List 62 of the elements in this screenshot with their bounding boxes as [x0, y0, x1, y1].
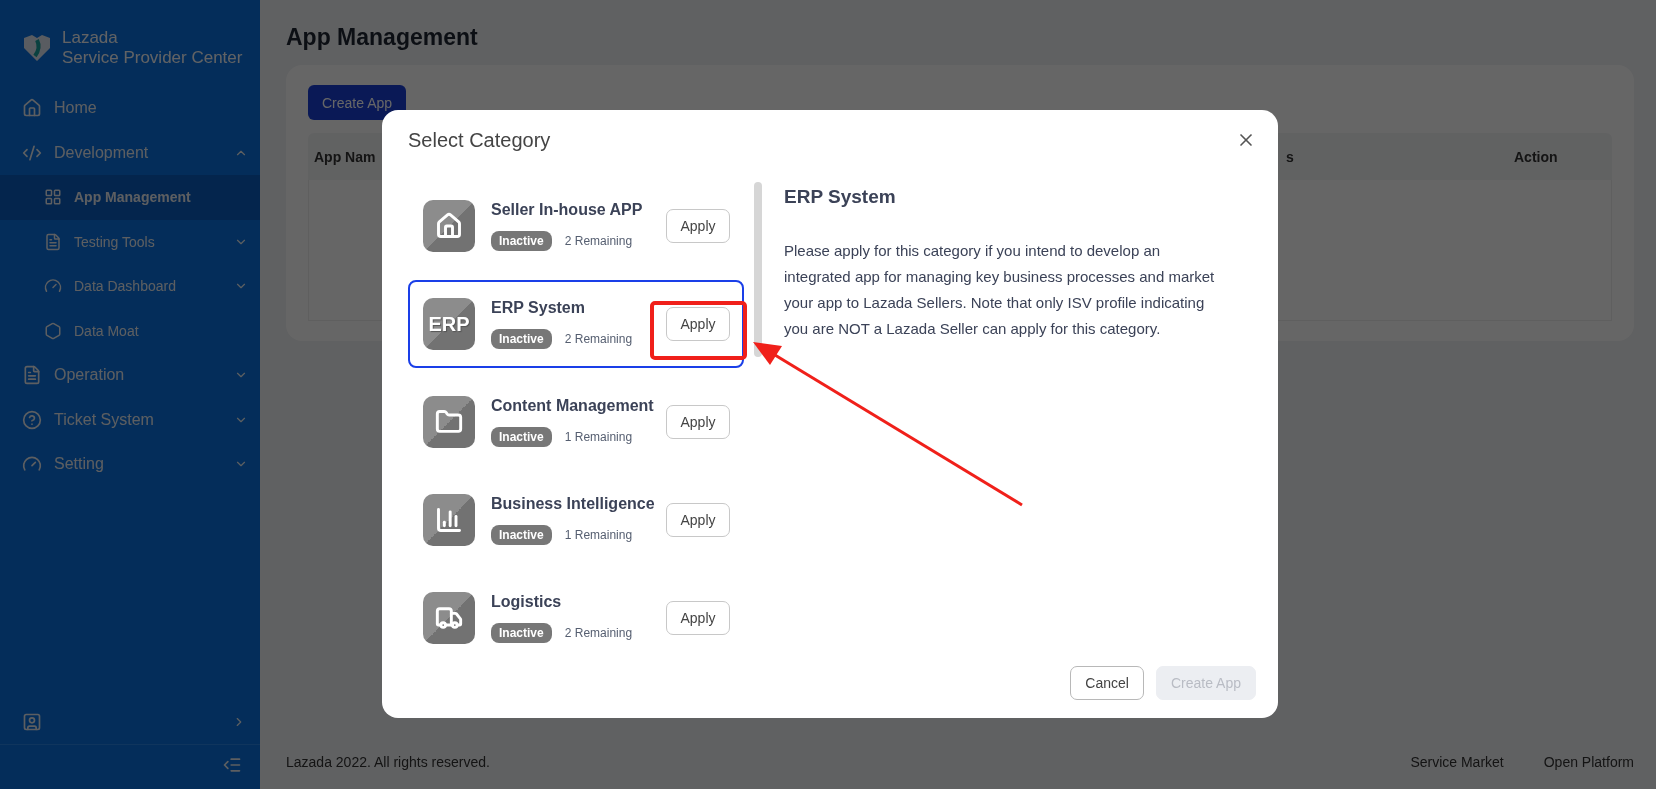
- sidebar-item[interactable]: Operation: [0, 353, 260, 398]
- remaining-count: 2 Remaining: [564, 234, 633, 248]
- status-badge: Inactive: [491, 525, 552, 545]
- hexagon-icon: [44, 321, 62, 340]
- apply-button[interactable]: Apply: [666, 209, 730, 243]
- sidebar-item[interactable]: Ticket System: [0, 397, 260, 442]
- collapse-icon[interactable]: [222, 755, 242, 775]
- truck-icon: [423, 592, 475, 644]
- cancel-button[interactable]: Cancel: [1070, 666, 1144, 700]
- status-badge: Inactive: [491, 427, 552, 447]
- category-item[interactable]: Seller In-house APP Inactive 2 Remaining Apply: [408, 182, 744, 270]
- sidebar-item[interactable]: Setting: [0, 442, 260, 487]
- category-name: Logistics: [491, 593, 563, 611]
- logo-icon: [22, 34, 52, 62]
- apply-button[interactable]: Apply: [666, 601, 730, 635]
- document-icon: [22, 365, 42, 386]
- brand-name: Lazada Service Provider Center: [62, 28, 243, 68]
- category-name: Business Intelligence: [491, 495, 656, 513]
- category-item[interactable]: Logistics Inactive 2 Remaining Apply: [408, 574, 744, 644]
- sidebar-item[interactable]: Data Dashboard: [0, 264, 260, 309]
- category-item[interactable]: ERP ERP System Inactive 2 Remaining Apply: [408, 280, 744, 368]
- footer-link[interactable]: Service Market: [1410, 754, 1504, 770]
- footer-link[interactable]: Open Platform: [1543, 754, 1634, 770]
- sidebar-item[interactable]: Data Moat: [0, 308, 260, 353]
- category-item[interactable]: Content Management Inactive 1 Remaining Apply: [408, 378, 744, 466]
- detail-description: Please apply for this category if you intend to develop an integrated app for managing key business processes and market your app to Lazada Sellers. Note that only ISV profile indicating you are NOT a Lazada Seller can apply for this category.: [784, 241, 1216, 339]
- sidebar-item[interactable]: App Management: [0, 175, 260, 220]
- category-name: Content Management: [491, 397, 655, 415]
- house-icon: [423, 200, 475, 252]
- category-name: Seller In-house APP: [491, 201, 644, 219]
- home-icon: [22, 98, 42, 119]
- sidebar-item[interactable]: Development: [0, 130, 260, 175]
- category-logo: ERP: [423, 298, 475, 350]
- remaining-count: 2 Remaining: [564, 332, 633, 346]
- remaining-count: 1 Remaining: [564, 430, 633, 444]
- apply-button[interactable]: Apply: [666, 307, 730, 341]
- grid-icon: [44, 188, 62, 207]
- page-title: App Management: [286, 24, 479, 51]
- column-header: App Nam: [313, 148, 377, 165]
- sidebar-item[interactable]: Home: [0, 86, 260, 131]
- copyright-text: Lazada 2022. All rights reserved.: [286, 754, 491, 770]
- scrollbar[interactable]: [754, 182, 762, 357]
- document-icon: [44, 232, 62, 251]
- category-name: ERP System: [491, 299, 586, 317]
- create-app-button[interactable]: Create App: [308, 85, 407, 120]
- category-item[interactable]: Business Intelligence Inactive 1 Remaining Apply: [408, 476, 744, 564]
- column-header: Action: [1513, 148, 1559, 165]
- status-badge: Inactive: [491, 623, 552, 643]
- account-icon[interactable]: [22, 712, 42, 732]
- status-badge: Inactive: [491, 329, 552, 349]
- remaining-count: 2 Remaining: [564, 626, 633, 640]
- column-header: s: [1286, 148, 1295, 165]
- status-badge: Inactive: [491, 231, 552, 251]
- chart-icon: [423, 494, 475, 546]
- dialog-title: Select Category: [408, 128, 551, 152]
- sidebar-item[interactable]: Testing Tools: [0, 219, 260, 264]
- apply-button[interactable]: Apply: [666, 405, 730, 439]
- remaining-count: 1 Remaining: [564, 528, 633, 542]
- help-icon: [22, 409, 42, 430]
- apply-button[interactable]: Apply: [666, 503, 730, 537]
- folder-icon: [423, 396, 475, 448]
- detail-title: ERP System: [784, 186, 897, 208]
